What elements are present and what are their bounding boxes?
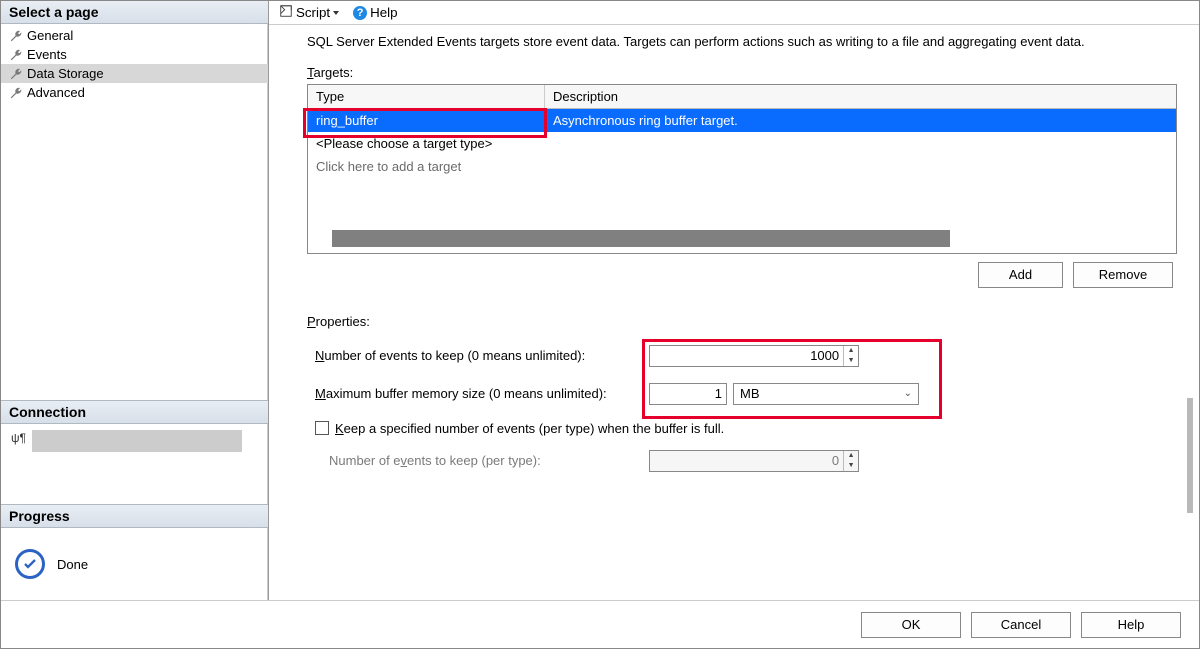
spinner-up-icon[interactable]: ▲ bbox=[844, 346, 858, 356]
sidebar-item-general[interactable]: General bbox=[1, 26, 268, 45]
sidebar-item-label: Data Storage bbox=[27, 66, 104, 81]
wrench-icon bbox=[9, 29, 23, 43]
progress-header: Progress bbox=[1, 505, 268, 528]
target-row-ring-buffer[interactable]: ring_buffer Asynchronous ring buffer tar… bbox=[308, 109, 1176, 132]
spinner-down-icon: ▼ bbox=[844, 461, 858, 471]
prop-num-events-label: Number of events to keep (0 means unlimi… bbox=[307, 348, 637, 363]
script-icon bbox=[279, 4, 293, 21]
max-buffer-unit-value: MB bbox=[740, 386, 760, 401]
targets-col-description[interactable]: Description bbox=[545, 85, 1176, 108]
spinner-down-icon[interactable]: ▼ bbox=[844, 356, 858, 366]
remove-button[interactable]: Remove bbox=[1073, 262, 1173, 288]
progress-section: Progress Done bbox=[1, 504, 268, 600]
help-button[interactable]: ? Help bbox=[349, 4, 401, 21]
sidebar-item-events[interactable]: Events bbox=[1, 45, 268, 64]
help-footer-button[interactable]: Help bbox=[1081, 612, 1181, 638]
sidebar-item-label: General bbox=[27, 28, 73, 43]
wrench-icon bbox=[9, 67, 23, 81]
target-cell-type: ring_buffer bbox=[308, 109, 545, 132]
connection-section: Connection ψ¶ bbox=[1, 400, 268, 504]
targets-label: Targets: bbox=[307, 65, 1177, 80]
ok-button[interactable]: OK bbox=[861, 612, 961, 638]
targets-col-type[interactable]: Type bbox=[308, 85, 545, 108]
progress-status: Done bbox=[57, 557, 88, 572]
target-add-hint[interactable]: Click here to add a target bbox=[308, 155, 1176, 178]
progress-done-icon bbox=[15, 549, 45, 579]
num-events-input[interactable]: ▲ ▼ bbox=[649, 345, 859, 367]
target-placeholder-label: <Please choose a target type> bbox=[308, 132, 545, 155]
spinner-up-icon: ▲ bbox=[844, 451, 858, 461]
server-icon: ψ¶ bbox=[11, 431, 26, 445]
num-events-value[interactable] bbox=[650, 346, 843, 366]
sidebar-item-advanced[interactable]: Advanced bbox=[1, 83, 268, 102]
script-dropdown-button[interactable]: Script bbox=[275, 3, 343, 22]
keep-specified-checkbox[interactable] bbox=[315, 421, 329, 435]
num-events-spinner[interactable]: ▲ ▼ bbox=[843, 346, 858, 366]
chevron-down-icon: ⌄ bbox=[904, 388, 912, 399]
script-label: Script bbox=[296, 5, 330, 20]
cancel-button[interactable]: Cancel bbox=[971, 612, 1071, 638]
target-add-hint-label: Click here to add a target bbox=[308, 155, 469, 178]
keep-specified-label: Keep a specified number of events (per t… bbox=[335, 421, 724, 436]
sidebar: Select a page General Events bbox=[1, 1, 269, 600]
connection-header: Connection bbox=[1, 401, 268, 424]
main-panel: Script ? Help SQL Server Extended Events… bbox=[269, 1, 1199, 600]
targets-table: Type Description ring_buffer Asynchronou… bbox=[307, 84, 1177, 254]
sidebar-header: Select a page bbox=[1, 1, 268, 24]
max-buffer-value[interactable] bbox=[650, 384, 726, 404]
target-cell-description: Asynchronous ring buffer target. bbox=[545, 109, 1176, 132]
page-description: SQL Server Extended Events targets store… bbox=[307, 33, 1177, 51]
max-buffer-input[interactable] bbox=[649, 383, 727, 405]
target-row-placeholder[interactable]: <Please choose a target type> bbox=[308, 132, 1176, 155]
add-button[interactable]: Add bbox=[978, 262, 1063, 288]
help-label: Help bbox=[370, 5, 397, 20]
properties-label: Properties: bbox=[307, 314, 1177, 329]
events-per-type-spinner: ▲ ▼ bbox=[843, 451, 858, 471]
sidebar-item-label: Events bbox=[27, 47, 67, 62]
help-icon: ? bbox=[353, 6, 367, 20]
connection-value-placeholder bbox=[32, 430, 242, 452]
dialog-footer: OK Cancel Help bbox=[1, 600, 1199, 648]
targets-horizontal-scrollbar[interactable] bbox=[332, 230, 950, 247]
wrench-icon bbox=[9, 86, 23, 100]
events-per-type-value bbox=[650, 451, 843, 471]
sidebar-item-data-storage[interactable]: Data Storage bbox=[1, 64, 268, 83]
chevron-down-icon bbox=[333, 11, 339, 15]
max-buffer-unit-select[interactable]: MB ⌄ bbox=[733, 383, 919, 405]
events-per-type-input: ▲ ▼ bbox=[649, 450, 859, 472]
events-per-type-label: Number of events to keep (per type): bbox=[307, 453, 637, 468]
sidebar-page-list: General Events Data Storage bbox=[1, 24, 268, 104]
toolbar: Script ? Help bbox=[269, 1, 1199, 25]
wrench-icon bbox=[9, 48, 23, 62]
sidebar-item-label: Advanced bbox=[27, 85, 85, 100]
prop-max-buffer-label: Maximum buffer memory size (0 means unli… bbox=[307, 386, 637, 401]
main-vertical-scrollbar[interactable] bbox=[1187, 398, 1193, 513]
